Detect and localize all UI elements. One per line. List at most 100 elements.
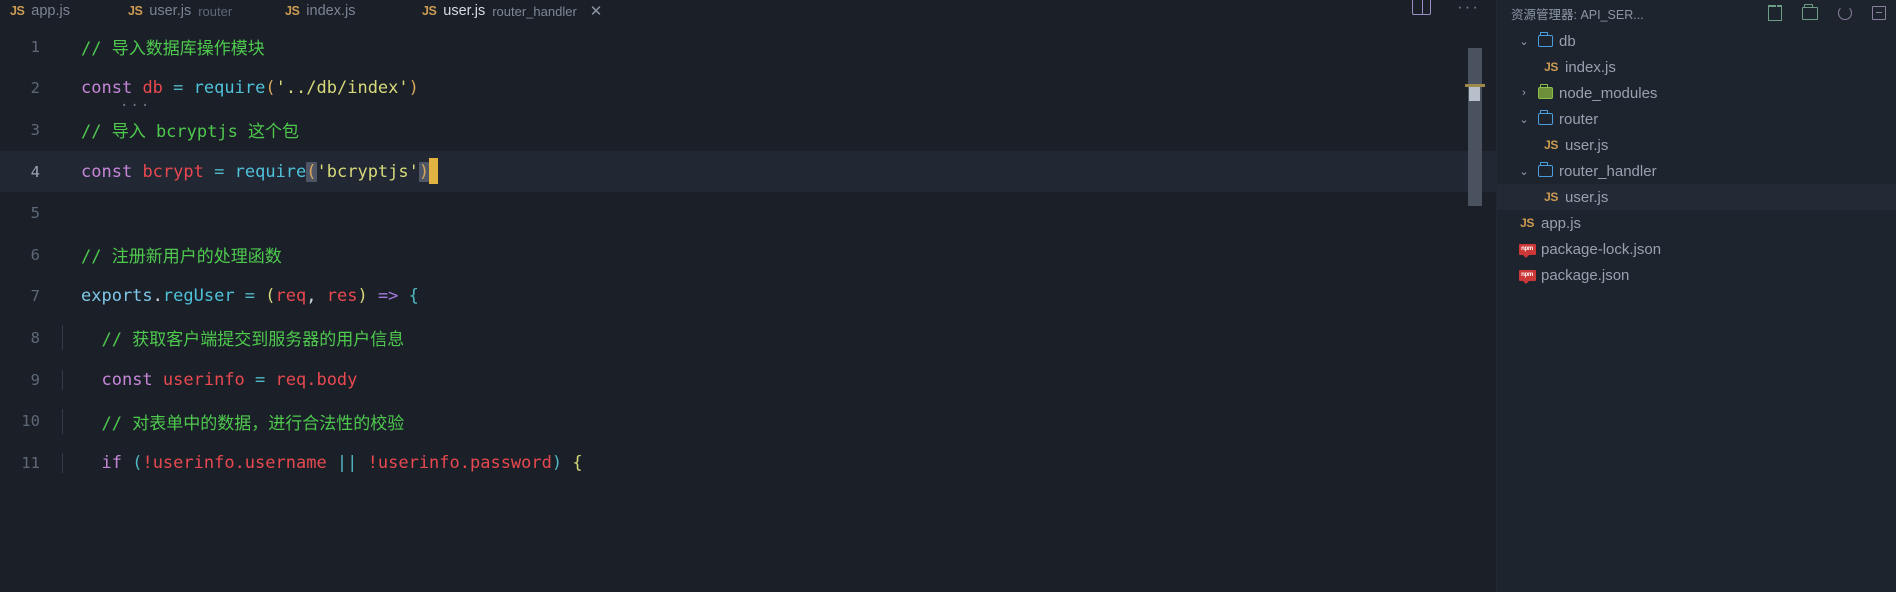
js-file-icon: JS <box>285 4 300 18</box>
close-icon[interactable]: ✕ <box>590 2 603 20</box>
tree-item-label: user.js <box>1565 136 1609 154</box>
more-actions-icon[interactable]: ··· <box>1457 0 1480 15</box>
code-token-bracket-match: ( <box>306 161 317 182</box>
tree-item-label: db <box>1559 32 1576 50</box>
tab-user-js-router-handler[interactable]: JS user.js router_handler ✕ <box>412 0 612 30</box>
line-number: 2 <box>30 79 40 98</box>
line-number: 3 <box>30 120 40 139</box>
indent-guide <box>62 325 63 351</box>
indent-guide <box>62 452 63 473</box>
explorer-actions <box>1767 3 1886 21</box>
code-line: 1 // 导入数据库操作模块 <box>0 26 1496 68</box>
code-line: 11 if (!userinfo.username || !userinfo.p… <box>0 442 1496 484</box>
code-line: 3 // 导入 bcryptjs 这个包 <box>0 109 1496 151</box>
code-token-condition: !userinfo.password <box>367 452 552 473</box>
code-token-dot: . <box>152 286 163 307</box>
tree-item-label: router <box>1559 110 1599 128</box>
tree-item-router-handler-user-js[interactable]: JS user.js <box>1497 184 1896 210</box>
explorer-title: 资源管理器: API_SER... <box>1511 7 1644 22</box>
code-token-operator: = <box>173 78 184 99</box>
line-number: 4 <box>30 162 40 181</box>
js-file-icon: JS <box>128 4 143 18</box>
code-token-paren: ) <box>408 78 419 99</box>
indent-guide <box>62 369 63 390</box>
line-number: 9 <box>30 370 40 389</box>
tab-label: user.js <box>149 3 192 19</box>
new-file-icon[interactable] <box>1767 5 1783 21</box>
code-token-function: require <box>193 78 266 99</box>
tree-item-index-js[interactable]: JS index.js <box>1497 54 1896 80</box>
code-token-comment: // 注册新用户的处理函数 <box>81 247 282 268</box>
tree-item-package-lock-json[interactable]: npm package-lock.json <box>1497 236 1896 262</box>
chevron-right-icon[interactable]: › <box>1515 87 1533 99</box>
code-token-comment: // 获取客户端提交到服务器的用户信息 <box>101 330 405 351</box>
code-token-variable: db <box>142 78 163 99</box>
line-number: 7 <box>30 287 40 306</box>
code-token-object: exports <box>81 286 153 307</box>
code-line-active: 4 const bcrypt = require('bcryptjs') <box>0 150 1496 193</box>
folder-icon <box>1533 32 1557 47</box>
editor-area: JS app.js JS user.js router JS index.js … <box>0 0 1496 592</box>
code-token-keyword: const <box>81 161 133 182</box>
code-token-operator: = <box>244 369 276 390</box>
tree-item-label: router_handler <box>1559 162 1657 180</box>
tree-item-db[interactable]: ⌄ db <box>1497 28 1896 54</box>
tree-item-router-user-js[interactable]: JS user.js <box>1497 132 1896 158</box>
tab-description: router_handler <box>492 3 577 19</box>
code-token-brace: { <box>408 286 419 307</box>
code-token-param: req <box>275 286 307 307</box>
js-file-icon: JS <box>1520 216 1534 230</box>
code-token-keyword: const <box>101 369 153 390</box>
code-token-operator: = <box>234 286 266 307</box>
code-line: 10 // 对表单中的数据，进行合法性的校验 <box>0 400 1496 442</box>
line-number: 10 <box>21 412 40 431</box>
tab-user-js-router[interactable]: JS user.js router <box>118 0 242 26</box>
code-token-function: require <box>234 161 307 182</box>
code-token-param: res <box>326 286 358 307</box>
code-token-keyword: const <box>81 78 133 99</box>
tree-item-router[interactable]: ⌄ router <box>1497 106 1896 132</box>
tab-label: user.js <box>443 3 486 19</box>
refresh-icon[interactable] <box>1838 6 1852 20</box>
tree-item-node-modules[interactable]: › node_modules <box>1497 80 1896 106</box>
editor-vertical-scrollbar[interactable] <box>1465 48 1485 206</box>
split-editor-icon[interactable] <box>1412 0 1432 15</box>
code-token-string: 'bcryptjs' <box>316 161 419 182</box>
editor-toolbar: ··· <box>1412 0 1480 15</box>
code-line: 5 <box>0 192 1496 234</box>
chevron-down-icon[interactable]: ⌄ <box>1515 113 1533 126</box>
vscode-window: JS app.js JS user.js router JS index.js … <box>0 0 1896 592</box>
code-token-comment: // 导入 bcryptjs 这个包 <box>81 122 300 143</box>
code-token-paren: ) <box>357 286 368 307</box>
tree-item-label: package.json <box>1541 266 1630 284</box>
tab-description: router <box>198 3 233 19</box>
code-token-condition: !userinfo.username <box>142 452 327 473</box>
code-editor[interactable]: 1 // 导入数据库操作模块 2 const db = require('../… <box>0 26 1496 592</box>
tab-label: index.js <box>306 3 356 19</box>
tree-item-label: user.js <box>1565 188 1609 206</box>
folder-icon <box>1533 110 1557 125</box>
code-token-keyword: if <box>101 452 122 473</box>
tree-item-app-js[interactable]: JS app.js <box>1497 210 1896 236</box>
tree-item-router-handler[interactable]: ⌄ router_handler <box>1497 158 1896 184</box>
chevron-down-icon[interactable]: ⌄ <box>1515 165 1533 178</box>
js-file-icon: JS <box>1544 190 1558 204</box>
tab-index-js[interactable]: JS index.js <box>275 0 372 26</box>
code-token-paren: ( <box>121 452 143 473</box>
chevron-down-icon[interactable]: ⌄ <box>1515 35 1533 48</box>
tree-item-label: package-lock.json <box>1541 240 1662 258</box>
code-token-value: req.body <box>275 369 358 390</box>
code-token-paren: ) <box>551 452 563 473</box>
new-folder-icon[interactable] <box>1802 3 1818 20</box>
file-tree: ⌄ db JS index.js › node_modules ⌄ router… <box>1497 26 1896 592</box>
editor-tab-bar: JS app.js JS user.js router JS index.js … <box>0 0 1496 30</box>
code-line: 8 // 获取客户端提交到服务器的用户信息 <box>0 317 1496 359</box>
collapse-all-icon[interactable] <box>1872 6 1886 20</box>
tree-item-package-json[interactable]: npm package.json <box>1497 262 1896 288</box>
tab-app-js[interactable]: JS app.js <box>0 0 87 26</box>
